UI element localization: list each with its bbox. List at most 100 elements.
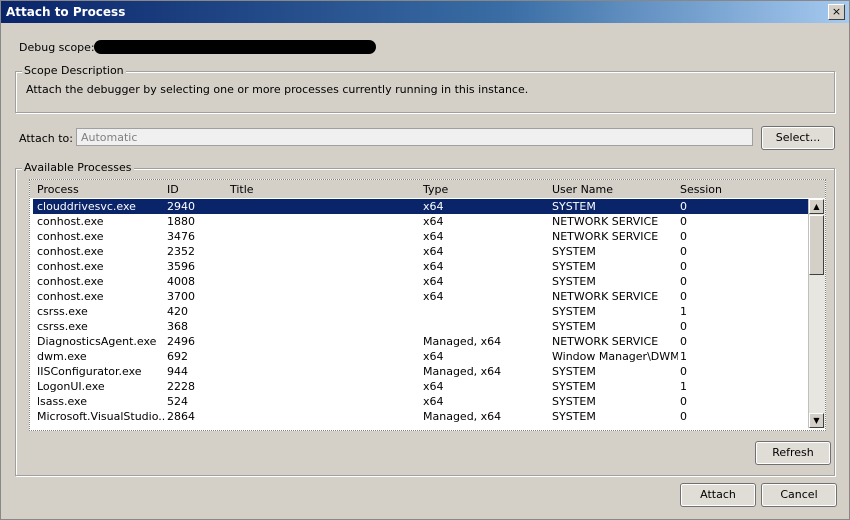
cell-session: 0 <box>680 260 687 273</box>
debug-scope-label: Debug scope: <box>19 41 95 54</box>
cell-process: csrss.exe <box>37 305 88 318</box>
cancel-button[interactable]: Cancel <box>761 483 837 507</box>
cell-process: conhost.exe <box>37 245 104 258</box>
table-row[interactable]: conhost.exe 4008 x64 SYSTEM 0 <box>33 274 808 289</box>
cell-session: 0 <box>680 245 687 258</box>
column-header-type[interactable]: Type <box>423 183 448 196</box>
cell-session: 0 <box>680 215 687 228</box>
cell-user-name: SYSTEM <box>552 275 596 288</box>
cell-id: 368 <box>167 320 188 333</box>
cell-process: clouddrivesvc.exe <box>37 200 136 213</box>
cell-process: DiagnosticsAgent.exe <box>37 335 157 348</box>
scope-description-legend: Scope Description <box>22 64 126 77</box>
vertical-scrollbar[interactable]: ▲ ▼ <box>808 199 825 428</box>
cell-user-name: SYSTEM <box>552 260 596 273</box>
table-row[interactable]: conhost.exe 1880 x64 NETWORK SERVICE 0 <box>33 214 808 229</box>
cell-process: lsass.exe <box>37 395 87 408</box>
table-row[interactable]: DiagnosticsAgent.exe 2496 Managed, x64 NETW… <box>33 334 808 349</box>
cell-id: 2228 <box>167 380 195 393</box>
process-list[interactable]: Process ID Title Type User Name Session … <box>29 179 826 431</box>
table-row[interactable]: lsass.exe 524 x64 SYSTEM 0 <box>33 394 808 409</box>
cell-session: 0 <box>680 320 687 333</box>
table-row[interactable]: clouddrivesvc.exe 2940 x64 SYSTEM 0 <box>33 199 808 214</box>
cell-session: 1 <box>680 380 687 393</box>
cell-type: x64 <box>423 215 444 228</box>
cell-user-name: SYSTEM <box>552 305 596 318</box>
table-row[interactable]: IISConfigurator.exe 944 Managed, x64 SYSTEM… <box>33 364 808 379</box>
cell-session: 1 <box>680 350 687 363</box>
cell-type: x64 <box>423 200 444 213</box>
cell-id: 4008 <box>167 275 195 288</box>
cell-process: conhost.exe <box>37 230 104 243</box>
cell-id: 3700 <box>167 290 195 303</box>
window-title: Attach to Process <box>6 5 126 19</box>
table-row[interactable]: Microsoft.VisualStudio.... 2864 Managed, x… <box>33 409 808 424</box>
refresh-button[interactable]: Refresh <box>755 441 831 465</box>
column-header-user-name[interactable]: User Name <box>552 183 613 196</box>
column-header-id[interactable]: ID <box>167 183 179 196</box>
cell-user-name: NETWORK SERVICE <box>552 290 659 303</box>
cell-id: 944 <box>167 365 188 378</box>
cell-id: 2352 <box>167 245 195 258</box>
cell-type: x64 <box>423 395 444 408</box>
cell-user-name: NETWORK SERVICE <box>552 215 659 228</box>
cell-process: dwm.exe <box>37 350 87 363</box>
scroll-thumb[interactable] <box>809 215 824 275</box>
cell-session: 0 <box>680 290 687 303</box>
available-processes-legend: Available Processes <box>22 161 134 174</box>
table-row[interactable]: LogonUI.exe 2228 x64 SYSTEM 1 <box>33 379 808 394</box>
cell-type: x64 <box>423 260 444 273</box>
attach-to-field[interactable]: Automatic <box>76 128 753 146</box>
cell-user-name: SYSTEM <box>552 395 596 408</box>
cell-user-name: Window Manager\DWM-1 <box>552 350 678 363</box>
table-row[interactable]: csrss.exe 420 SYSTEM 1 <box>33 304 808 319</box>
select-button[interactable]: Select... <box>761 126 835 150</box>
title-bar[interactable]: Attach to Process × <box>1 1 849 23</box>
process-rows: clouddrivesvc.exe 2940 x64 SYSTEM 0 conhost.e… <box>33 199 808 425</box>
close-icon: × <box>831 5 842 18</box>
cell-user-name: NETWORK SERVICE <box>552 230 659 243</box>
cell-user-name: NETWORK SERVICE <box>552 335 659 348</box>
column-header-title[interactable]: Title <box>230 183 254 196</box>
cell-session: 0 <box>680 200 687 213</box>
cell-session: 0 <box>680 275 687 288</box>
cell-id: 524 <box>167 395 188 408</box>
cell-type: x64 <box>423 230 444 243</box>
table-row[interactable]: conhost.exe 2352 x64 SYSTEM 0 <box>33 244 808 259</box>
cell-type: x64 <box>423 275 444 288</box>
attach-dialog: Attach to Process × Debug scope: Scope D… <box>0 0 850 520</box>
cell-process: conhost.exe <box>37 275 104 288</box>
cell-id: 2940 <box>167 200 195 213</box>
cell-type: x64 <box>423 290 444 303</box>
cell-type: x64 <box>423 245 444 258</box>
cell-process: csrss.exe <box>37 320 88 333</box>
table-row[interactable]: conhost.exe 3596 x64 SYSTEM 0 <box>33 259 808 274</box>
scope-description-text: Attach the debugger by selecting one or … <box>26 83 529 96</box>
table-row[interactable]: dwm.exe 692 x64 Window Manager\DWM-1 1 <box>33 349 808 364</box>
cell-process: Microsoft.VisualStudio.... <box>37 410 165 423</box>
cell-session: 0 <box>680 395 687 408</box>
cell-session: 1 <box>680 305 687 318</box>
cell-user-name: SYSTEM <box>552 380 596 393</box>
cell-id: 3596 <box>167 260 195 273</box>
scope-description-group: Scope Description Attach the debugger by… <box>15 64 835 113</box>
close-button[interactable]: × <box>828 4 845 20</box>
cell-type: Managed, x64 <box>423 335 502 348</box>
table-row[interactable]: conhost.exe 3700 x64 NETWORK SERVICE 0 <box>33 289 808 304</box>
table-row[interactable]: conhost.exe 3476 x64 NETWORK SERVICE 0 <box>33 229 808 244</box>
cell-user-name: SYSTEM <box>552 410 596 423</box>
column-header-session[interactable]: Session <box>680 183 722 196</box>
column-header-process[interactable]: Process <box>37 183 79 196</box>
table-row[interactable]: csrss.exe 368 SYSTEM 0 <box>33 319 808 334</box>
cell-session: 0 <box>680 335 687 348</box>
attach-button[interactable]: Attach <box>680 483 756 507</box>
cell-user-name: SYSTEM <box>552 320 596 333</box>
cell-process: LogonUI.exe <box>37 380 105 393</box>
cell-process: conhost.exe <box>37 215 104 228</box>
cell-user-name: SYSTEM <box>552 245 596 258</box>
scroll-down-icon[interactable]: ▼ <box>809 413 824 428</box>
cell-process: IISConfigurator.exe <box>37 365 142 378</box>
cell-user-name: SYSTEM <box>552 200 596 213</box>
cell-user-name: SYSTEM <box>552 365 596 378</box>
scroll-up-icon[interactable]: ▲ <box>809 199 824 214</box>
